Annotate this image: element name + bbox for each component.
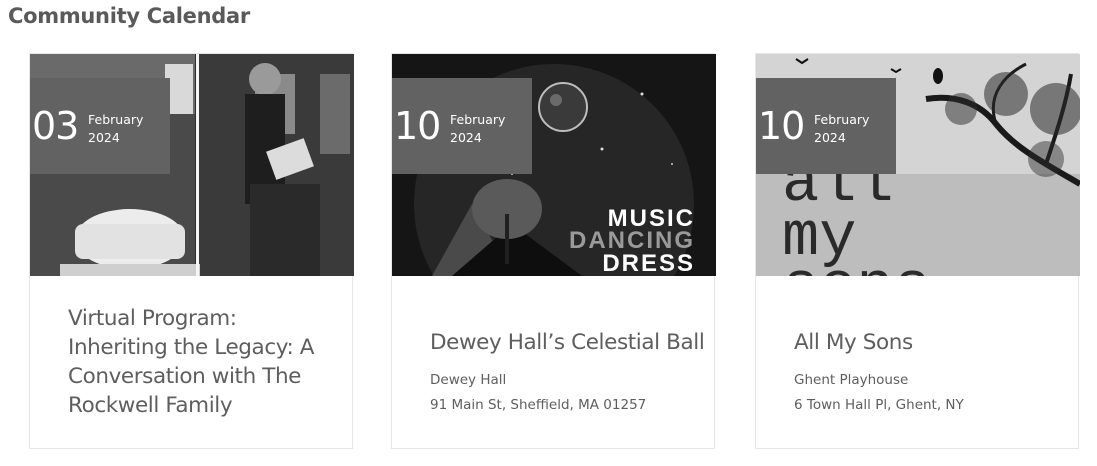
- event-card[interactable]: MUSIC DANCING DRESS 10 February 2024 Dew…: [391, 53, 716, 449]
- event-address: 91 Main St, Sheffield, MA 01257: [430, 397, 647, 413]
- date-day: 10: [758, 104, 805, 148]
- event-image[interactable]: 03 February 2024: [30, 54, 354, 276]
- date-year: 2024: [88, 130, 120, 145]
- event-card[interactable]: all my sons 10 February 2024 All My Sons…: [755, 53, 1080, 449]
- event-title-link[interactable]: Dewey Hall’s Celestial Ball: [430, 328, 720, 357]
- date-day: 10: [394, 104, 441, 148]
- date-year: 2024: [450, 130, 482, 145]
- event-card[interactable]: 03 February 2024 Virtual Program: Inheri…: [29, 53, 354, 449]
- date-badge: 10 February 2024: [756, 78, 896, 174]
- date-month: February: [88, 112, 144, 127]
- event-title-link[interactable]: All My Sons: [794, 328, 1064, 357]
- date-month: February: [814, 112, 870, 127]
- event-venue: Dewey Hall: [430, 372, 507, 388]
- event-image[interactable]: MUSIC DANCING DRESS 10 February 2024: [392, 54, 716, 276]
- event-title-link[interactable]: Virtual Program: Inheriting the Legacy: …: [68, 304, 338, 420]
- date-year: 2024: [814, 130, 846, 145]
- event-image[interactable]: all my sons 10 February 2024: [756, 54, 1080, 276]
- date-day: 03: [32, 104, 79, 148]
- poster-text: sons: [782, 252, 931, 276]
- event-address: 6 Town Hall Pl, Ghent, NY: [794, 397, 964, 413]
- page-title: Community Calendar: [8, 4, 250, 28]
- event-venue: Ghent Playhouse: [794, 372, 909, 388]
- poster-text: DRESS: [602, 250, 695, 276]
- date-badge: 10 February 2024: [392, 78, 532, 174]
- date-month: February: [450, 112, 506, 127]
- date-badge: 03 February 2024: [30, 78, 170, 174]
